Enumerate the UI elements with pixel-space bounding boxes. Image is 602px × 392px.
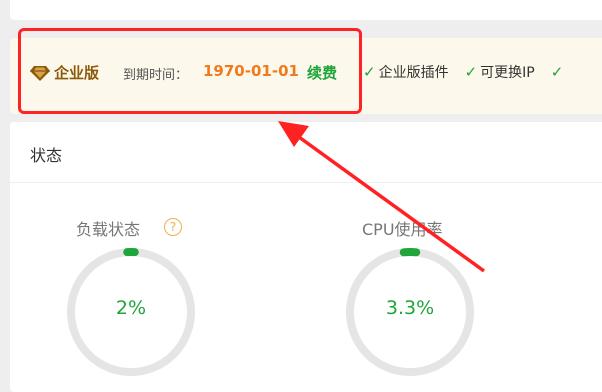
cpu-gauge-value: 3.3%	[340, 297, 480, 319]
feature-item: ✓ 可更换IP	[465, 62, 535, 82]
feature-item-partial: ✓	[551, 62, 567, 82]
check-icon: ✓	[465, 63, 478, 81]
load-gauge-value: 2%	[61, 297, 201, 319]
check-icon: ✓	[551, 63, 564, 81]
status-title: 状态	[30, 142, 62, 166]
annotation-highlight-box	[18, 28, 362, 114]
feature-label: 企业版插件	[379, 62, 449, 82]
feature-label: 可更换IP	[480, 62, 535, 82]
help-icon[interactable]: ?	[164, 218, 182, 236]
load-gauge-label: 负载状态	[76, 216, 140, 240]
top-card	[10, 0, 602, 20]
cpu-gauge-label: CPU使用率	[362, 216, 443, 240]
feature-list: ✓ 企业版插件 ✓ 可更换IP ✓	[363, 62, 582, 82]
divider	[10, 182, 602, 183]
check-icon: ✓	[363, 63, 376, 81]
feature-item: ✓ 企业版插件	[363, 62, 449, 82]
